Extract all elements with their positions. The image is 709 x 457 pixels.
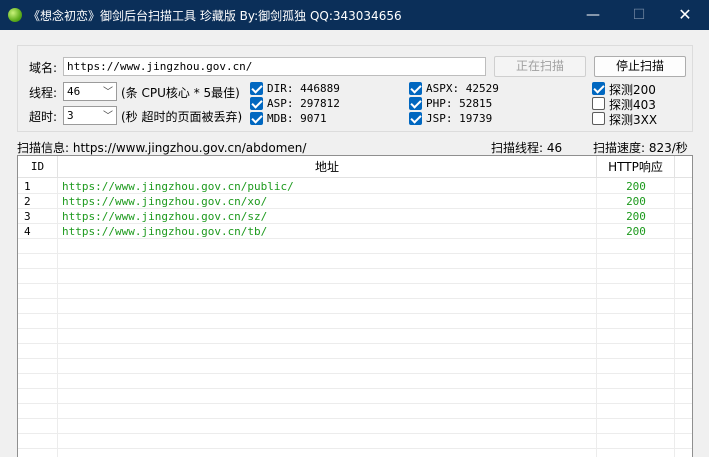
domain-label: 域名: (29, 61, 58, 75)
row-id: 1 (24, 180, 31, 193)
close-button[interactable]: ✕ (662, 0, 708, 30)
table-row[interactable] (18, 404, 692, 419)
chevron-down-icon: ﹀ (103, 111, 113, 122)
dict-checkbox[interactable] (250, 97, 263, 110)
table-row[interactable] (18, 239, 692, 254)
threads-value: 46 (67, 85, 81, 98)
maximize-button[interactable]: ☐ (616, 0, 662, 30)
timeout-value: 3 (67, 109, 74, 122)
table-row[interactable] (18, 344, 692, 359)
row-url: https://www.jingzhou.gov.cn/xo/ (62, 195, 268, 208)
config-panel: 域名: https://www.jingzhou.gov.cn/ 正在扫描 停止… (17, 45, 693, 132)
timeout-label: 超时: (29, 110, 58, 124)
probe-3xx-label: 探测3XX (609, 113, 658, 127)
threads-hint: (条 CPU核心 * 5最佳) (121, 86, 240, 100)
dict-aspx-label: ASPX: 42529 (426, 82, 499, 95)
results-table[interactable]: ID 地址 HTTP响应 1 https://www.jingzhou.gov.c… (17, 155, 693, 457)
table-row[interactable]: 1 https://www.jingzhou.gov.cn/public/200 (18, 179, 692, 194)
header-url[interactable]: 地址 (58, 156, 597, 178)
row-url: https://www.jingzhou.gov.cn/public/ (62, 180, 294, 193)
table-row[interactable] (18, 314, 692, 329)
row-url: https://www.jingzhou.gov.cn/sz/ (62, 210, 268, 223)
dict-jsp-label: JSP: 19739 (426, 112, 493, 125)
scan-button[interactable]: 正在扫描 (494, 56, 586, 77)
scan-speed: 扫描速度: 823/秒 (593, 141, 688, 155)
dict-checkbox[interactable] (409, 97, 422, 110)
dict-php-label: PHP: 52815 (426, 97, 493, 110)
table-row[interactable] (18, 434, 692, 449)
probe-checkbox[interactable] (592, 82, 605, 95)
dict-checkbox[interactable] (250, 82, 263, 95)
stop-scan-button[interactable]: 停止扫描 (594, 56, 686, 77)
table-row[interactable] (18, 329, 692, 344)
table-row[interactable]: 3 https://www.jingzhou.gov.cn/sz/200 (18, 209, 692, 224)
table-row[interactable] (18, 299, 692, 314)
scan-info: 扫描信息: https://www.jingzhou.gov.cn/abdome… (17, 141, 307, 155)
dict-dir-label: DIR: 446889 (267, 82, 340, 95)
timeout-select[interactable]: 3 ﹀ (63, 106, 117, 125)
row-http-code: 200 (626, 180, 646, 193)
timeout-hint: (秒 超时的页面被丢弃) (121, 110, 243, 124)
app-icon (8, 8, 22, 22)
scan-threads: 扫描线程: 46 (491, 141, 563, 155)
domain-input[interactable]: https://www.jingzhou.gov.cn/ (63, 57, 486, 76)
row-id: 4 (24, 225, 31, 238)
table-row[interactable] (18, 359, 692, 374)
table-row[interactable] (18, 284, 692, 299)
dict-checkbox[interactable] (250, 112, 263, 125)
probe-checkbox[interactable] (592, 112, 605, 125)
table-row[interactable]: 2 https://www.jingzhou.gov.cn/xo/200 (18, 194, 692, 209)
row-http-code: 200 (626, 210, 646, 223)
minimize-button[interactable]: — (570, 0, 616, 30)
table-header: ID 地址 HTTP响应 (18, 156, 692, 178)
row-id: 2 (24, 195, 31, 208)
row-http-code: 200 (626, 225, 646, 238)
header-id[interactable]: ID (18, 156, 58, 178)
chevron-down-icon: ﹀ (103, 87, 113, 98)
title-bar: 《想念初恋》御剑后台扫描工具 珍藏版 By:御剑孤独 QQ:343034656 … (0, 0, 709, 30)
table-row[interactable] (18, 254, 692, 269)
probe-checkbox[interactable] (592, 97, 605, 110)
threads-label: 线程: (29, 86, 58, 100)
table-row[interactable] (18, 269, 692, 284)
window-title: 《想念初恋》御剑后台扫描工具 珍藏版 By:御剑孤独 QQ:343034656 (28, 9, 402, 23)
table-row[interactable] (18, 419, 692, 434)
dict-checkbox[interactable] (409, 82, 422, 95)
row-http-code: 200 (626, 195, 646, 208)
table-row[interactable]: 4 https://www.jingzhou.gov.cn/tb/200 (18, 224, 692, 239)
row-url: https://www.jingzhou.gov.cn/tb/ (62, 225, 268, 238)
threads-select[interactable]: 46 ﹀ (63, 82, 117, 101)
table-row[interactable] (18, 374, 692, 389)
dict-checkbox[interactable] (409, 112, 422, 125)
table-row[interactable] (18, 389, 692, 404)
header-http-code[interactable]: HTTP响应 (597, 156, 675, 178)
row-id: 3 (24, 210, 31, 223)
dict-asp-label: ASP: 297812 (267, 97, 340, 110)
dict-mdb-label: MDB: 9071 (267, 112, 327, 125)
